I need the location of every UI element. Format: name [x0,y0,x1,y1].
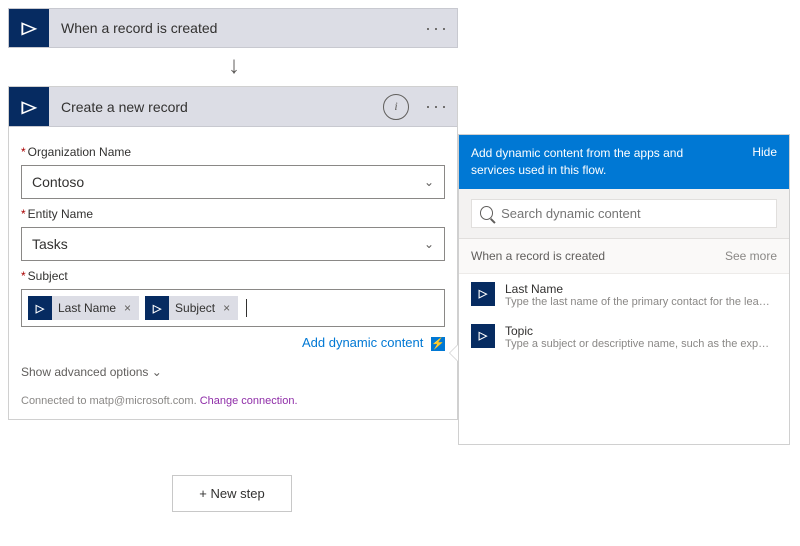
search-input[interactable] [501,206,768,221]
text-cursor [246,299,247,317]
connection-info: Connected to matp@microsoft.com. Change … [21,395,445,407]
add-dynamic-row: Add dynamic content ⚡ [21,335,445,351]
callout-beak [450,345,458,361]
dynamics-icon: ▷ [22,97,37,117]
trigger-logo: ▷ [9,9,49,47]
add-dynamic-icon[interactable]: ⚡ [431,337,445,351]
section-title: When a record is created [471,249,605,263]
search-box[interactable] [471,199,777,228]
trigger-title: When a record is created [49,20,417,36]
search-wrapper [459,189,789,239]
token-remove-icon[interactable]: × [122,301,139,315]
new-step-button[interactable]: + New step [172,475,292,512]
dynamic-content-panel: Add dynamic content from the apps and se… [458,134,790,445]
action-menu-button[interactable]: ··· [417,96,457,117]
info-icon[interactable]: i [383,94,409,120]
dynamics-icon: ▷ [471,324,495,348]
token-last-name[interactable]: ▷ Last Name × [28,296,139,320]
chevron-down-icon: ⌄ [424,237,434,251]
dynamic-panel-header: Add dynamic content from the apps and se… [459,135,789,189]
entity-label: *Entity Name [21,207,445,221]
chevron-down-icon: ⌄ [152,365,162,379]
subject-input[interactable]: ▷ Last Name × ▷ Subject × [21,289,445,327]
entity-value: Tasks [32,236,68,252]
hide-panel-link[interactable]: Hide [752,145,777,179]
org-value: Contoso [32,174,84,190]
org-label: *Organization Name [21,145,445,159]
trigger-menu-button[interactable]: ··· [417,18,457,39]
dynamics-icon: ▷ [471,282,495,306]
dynamics-icon: ▷ [145,296,169,320]
action-title: Create a new record [49,99,383,115]
dynamics-icon: ▷ [22,18,37,38]
token-label: Last Name [52,301,122,315]
token-remove-icon[interactable]: × [221,301,238,315]
dynamic-items-list: ▷ Last Name Type the last name of the pr… [459,274,789,444]
action-card: ▷ Create a new record i ··· *Organizatio… [8,86,458,420]
dynamic-panel-title: Add dynamic content from the apps and se… [471,145,711,179]
action-logo: ▷ [9,87,49,126]
dynamics-icon: ▷ [28,296,52,320]
see-more-link[interactable]: See more [725,249,777,263]
item-desc: Type a subject or descriptive name, such… [505,338,773,350]
token-label: Subject [169,301,221,315]
token-subject[interactable]: ▷ Subject × [145,296,238,320]
flow-arrow-icon: ↓ [228,52,240,80]
show-advanced-toggle[interactable]: Show advanced options ⌄ [21,365,445,379]
change-connection-link[interactable]: Change connection. [200,395,298,407]
dynamic-item-last-name[interactable]: ▷ Last Name Type the last name of the pr… [459,274,789,316]
org-select[interactable]: Contoso ⌄ [21,165,445,199]
item-name: Topic [505,324,773,338]
item-desc: Type the last name of the primary contac… [505,296,773,308]
chevron-down-icon: ⌄ [424,175,434,189]
action-body: *Organization Name Contoso ⌄ *Entity Nam… [9,127,457,419]
item-name: Last Name [505,282,773,296]
action-header[interactable]: ▷ Create a new record i ··· [9,87,457,127]
add-dynamic-content-link[interactable]: Add dynamic content [302,335,423,350]
subject-label: *Subject [21,269,445,283]
trigger-card[interactable]: ▷ When a record is created ··· [8,8,458,48]
search-icon [480,206,493,220]
entity-select[interactable]: Tasks ⌄ [21,227,445,261]
dynamic-item-topic[interactable]: ▷ Topic Type a subject or descriptive na… [459,316,789,358]
dynamic-section-header: When a record is created See more [459,239,789,274]
